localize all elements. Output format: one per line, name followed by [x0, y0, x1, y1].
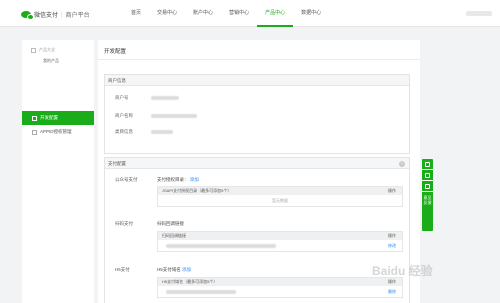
merchant-id-label: 商户号 [115, 95, 129, 100]
auth-dir-title: 支付授权目录： [157, 177, 189, 182]
h5-domain-table: H5支付域名（最多可添加5个） 操作 删除 [157, 277, 403, 298]
nav-trade-center[interactable]: 交易中心 [149, 0, 185, 27]
edit-callback-link[interactable]: 修改 [388, 240, 396, 251]
table-header-label: H5支付域名（最多可添加5个） [162, 279, 218, 284]
table-empty-row: 暂无数据 [272, 198, 288, 203]
auth-icon [32, 129, 37, 135]
floating-toolbar: 意见反馈 [422, 159, 433, 231]
merchant-name-value-blurred [151, 114, 197, 118]
sidebar-item-appid-auth[interactable]: APPID授权管理 [32, 129, 72, 135]
table-header-label: JSAPI支付授权目录（最多可添加5个） [162, 188, 232, 193]
scan-pay-label: 扫码支付 [115, 221, 133, 226]
table-row: 修改 [158, 240, 402, 251]
sidebar-item-dev-config[interactable]: 开发配置 [22, 111, 94, 125]
page-title: 开发配置 [104, 49, 127, 55]
help-icon[interactable]: ? [399, 161, 405, 167]
table-header-op: 操作 [388, 233, 396, 238]
public-account-pay-title: 支付授权目录： 添加 [157, 177, 199, 183]
float-button-mid[interactable] [422, 170, 433, 181]
watermark: Baidu 经验 [372, 264, 433, 278]
brand-subtitle: 商户平台 [65, 13, 90, 19]
public-account-pay-label: 公众号支付 [115, 177, 138, 182]
float-button-top[interactable] [422, 159, 433, 170]
sidebar-group-products[interactable]: 产品大全 [31, 47, 55, 53]
scan-callback-table: 扫码回调链接 操作 修改 [157, 231, 403, 252]
merchant-id-value-blurred [151, 96, 179, 100]
wechat-pay-logo-icon [21, 11, 34, 20]
nav-product-center[interactable]: 产品中心 [257, 0, 294, 27]
edit-icon [425, 184, 430, 189]
callback-url-blurred [166, 244, 276, 248]
table-header-op: 操作 [388, 188, 396, 193]
brand-separator: | [61, 11, 63, 18]
h5-pay-label: H5支付 [115, 267, 130, 272]
table-header: 扫码回调链接 操作 [158, 232, 402, 240]
help-icon [425, 173, 430, 178]
sidebar-item-label: APPID授权管理 [40, 129, 72, 134]
h5-domain-title-label: H5支付域名 [157, 267, 181, 272]
share-icon [425, 162, 430, 167]
config-icon [32, 115, 37, 121]
top-bar: 微信支付 | 商户平台 首页 交易中心 账户中心 营销中心 产品中心 数据中心 [0, 0, 500, 27]
nav-data-center[interactable]: 数据中心 [293, 0, 329, 27]
delete-h5-domain-link[interactable]: 删除 [388, 286, 396, 297]
h5-domain-title: H5支付域名 添加 [157, 267, 191, 273]
merchant-info-card: 商户信息 商户号 商户名称 类目信息 [104, 74, 410, 154]
category-value-blurred [151, 130, 173, 134]
sidebar: 产品大全 我的产品 开发配置 APPID授权管理 [22, 40, 94, 303]
float-button-edit[interactable] [422, 181, 433, 192]
add-auth-dir-link[interactable]: 添加 [190, 177, 199, 182]
table-row: 删除 [158, 286, 402, 297]
table-header-op: 操作 [388, 279, 396, 284]
category-label: 类目信息 [115, 129, 133, 134]
pay-config-header: 支付配置 [105, 158, 409, 169]
main-nav: 首页 交易中心 账户中心 营销中心 产品中心 数据中心 [123, 0, 329, 27]
user-info-blurred[interactable] [466, 11, 492, 16]
nav-marketing-center[interactable]: 营销中心 [221, 0, 257, 27]
nav-home[interactable]: 首页 [123, 0, 149, 27]
scan-callback-title: 扫码回调链接 [157, 221, 184, 226]
table-header: H5支付域名（最多可添加5个） 操作 [158, 278, 402, 286]
brand[interactable]: 微信支付 | 商户平台 [21, 10, 90, 20]
sidebar-item-my-products[interactable]: 我的产品 [43, 58, 59, 64]
jsapi-dir-table: JSAPI支付授权目录（最多可添加5个） 操作 暂无数据 [157, 186, 403, 207]
merchant-info-header: 商户信息 [105, 75, 409, 86]
grid-icon [31, 47, 36, 53]
divider [98, 59, 420, 60]
feedback-button[interactable]: 意见反馈 [422, 192, 433, 205]
h5-domain-blurred [166, 290, 236, 294]
sidebar-group-label: 产品大全 [39, 47, 55, 52]
table-header: JSAPI支付授权目录（最多可添加5个） 操作 [158, 187, 402, 195]
pay-config-card: 支付配置 ? 公众号支付 支付授权目录： 添加 JSAPI支付授权目录（最多可添… [104, 157, 410, 303]
merchant-name-label: 商户名称 [115, 113, 133, 118]
table-header-label: 扫码回调链接 [162, 233, 186, 238]
sidebar-item-label: 开发配置 [40, 115, 58, 120]
nav-account-center[interactable]: 账户中心 [185, 0, 221, 27]
add-h5-domain-link[interactable]: 添加 [182, 267, 191, 272]
brand-name: 微信支付 [34, 13, 59, 19]
